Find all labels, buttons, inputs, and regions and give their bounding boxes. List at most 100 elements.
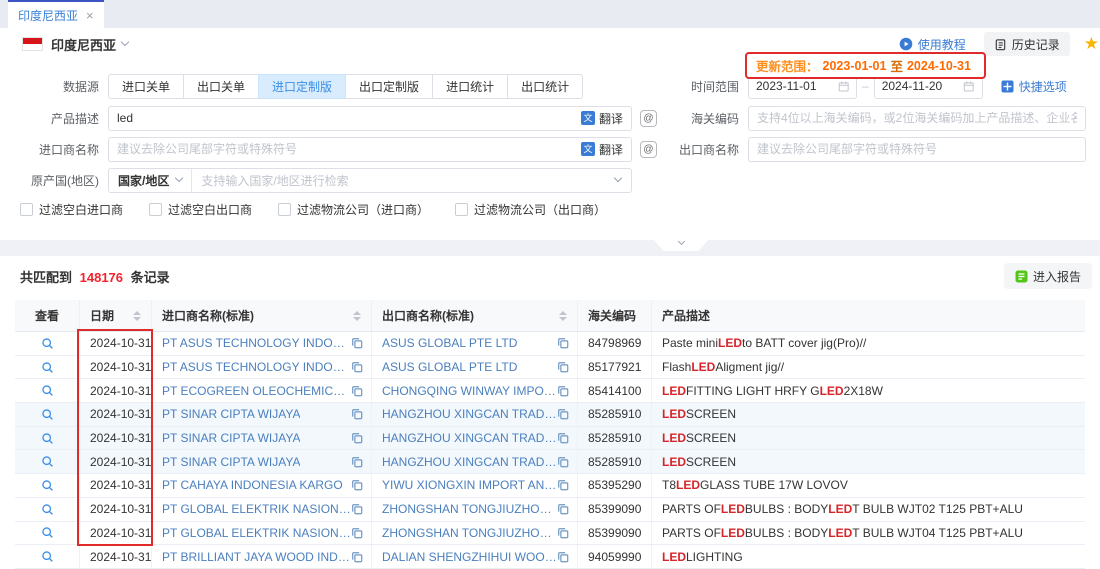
copy-icon[interactable]	[351, 479, 371, 491]
sort-icon[interactable]	[133, 311, 141, 321]
close-icon[interactable]: ×	[86, 8, 94, 23]
history-button[interactable]: 历史记录	[984, 32, 1070, 56]
filter-checkbox[interactable]: 过滤空白出口商	[149, 201, 252, 218]
copy-icon[interactable]	[351, 432, 371, 444]
view-detail-icon[interactable]	[41, 337, 54, 350]
copy-icon[interactable]	[351, 503, 371, 515]
data-source-tab[interactable]: 出口定制版	[345, 74, 433, 99]
hs-code-inputwrap	[748, 106, 1086, 131]
importer-link[interactable]: PT SINAR CIPTA WIJAYA	[162, 431, 300, 445]
copy-icon[interactable]	[351, 456, 371, 468]
column-header[interactable]: 出口商名称(标准)	[372, 300, 578, 331]
translate-icon[interactable]: 文	[581, 142, 595, 156]
column-header[interactable]: 进口商名称(标准)	[152, 300, 372, 331]
exporter-link[interactable]: ASUS GLOBAL PTE LTD	[382, 336, 517, 350]
importer-link[interactable]: PT CAHAYA INDONESIA KARGO	[162, 478, 343, 492]
copy-icon[interactable]	[557, 432, 577, 444]
copy-icon[interactable]	[557, 551, 577, 563]
data-source-tab[interactable]: 出口关单	[183, 74, 259, 99]
importer-input[interactable]	[117, 142, 581, 156]
translate-button[interactable]: 翻译	[599, 110, 623, 127]
importer-link[interactable]: PT GLOBAL ELEKTRIK NASIONAL	[162, 502, 351, 516]
view-detail-icon[interactable]	[41, 384, 54, 397]
copy-icon[interactable]	[557, 527, 577, 539]
exporter-input[interactable]	[757, 142, 1077, 156]
view-detail-icon[interactable]	[41, 455, 54, 468]
copy-icon[interactable]	[557, 337, 577, 349]
exporter-link[interactable]: ZHONGSHAN TONGJIUZHOU INTERNA...	[382, 502, 557, 516]
view-detail-icon[interactable]	[41, 408, 54, 421]
hs-code-row: 海关编码	[651, 105, 1086, 131]
table-row: 2024-10-31 PT SINAR CIPTA WIJAYA HANGZHO…	[15, 450, 1085, 474]
copy-icon[interactable]	[557, 503, 577, 515]
copy-icon[interactable]	[351, 551, 371, 563]
filter-checkbox[interactable]: 过滤物流公司（进口商）	[278, 201, 429, 218]
product-desc-input[interactable]	[117, 111, 581, 125]
tutorial-button[interactable]: 使用教程	[899, 36, 966, 53]
exporter-link[interactable]: HANGZHOU XINGCAN TRADING CO LTD	[382, 431, 557, 445]
filter-checkbox[interactable]: 过滤物流公司（出口商）	[455, 201, 606, 218]
sort-icon[interactable]	[353, 311, 361, 321]
exporter-link[interactable]: DALIAN SHENGZHIHUI WOOD INDUST...	[382, 550, 557, 564]
importer-link[interactable]: PT ECOGREEN OLEOCHEMICALS	[162, 384, 351, 398]
importer-link[interactable]: PT GLOBAL ELEKTRIK NASIONAL	[162, 526, 351, 540]
filter-checkbox[interactable]: 过滤空白进口商	[20, 201, 123, 218]
view-detail-icon[interactable]	[41, 361, 54, 374]
view-detail-icon[interactable]	[41, 526, 54, 539]
exporter-link[interactable]: CHONGQING WINWAY IMPORT AND E...	[382, 384, 557, 398]
checkbox-icon[interactable]	[278, 203, 291, 216]
importer-link[interactable]: PT BRILLIANT JAYA WOOD INDUSTRY	[162, 550, 351, 564]
checkbox-icon[interactable]	[149, 203, 162, 216]
column-header[interactable]: 日期	[80, 300, 152, 331]
translate-icon[interactable]: 文	[581, 111, 595, 125]
origin-select-control[interactable]: 国家/地区 支持输入国家/地区进行检索	[108, 168, 632, 193]
cell-hs-code: 85395290	[578, 474, 652, 497]
view-detail-icon[interactable]	[41, 432, 54, 445]
exporter-link[interactable]: ZHONGSHAN TONGJIUZHOU INTERNA...	[382, 526, 557, 540]
exporter-link[interactable]: YIWU XIONGXIN IMPORT AND EXPORT...	[382, 478, 557, 492]
importer-link[interactable]: PT SINAR CIPTA WIJAYA	[162, 455, 300, 469]
view-detail-icon[interactable]	[41, 479, 54, 492]
exporter-link[interactable]: ASUS GLOBAL PTE LTD	[382, 360, 517, 374]
hs-code-input[interactable]	[757, 111, 1077, 125]
data-source-tab[interactable]: 进口统计	[432, 74, 508, 99]
copy-icon[interactable]	[557, 361, 577, 373]
importer-link[interactable]: PT ASUS TECHNOLOGY INDONESIA BA...	[162, 360, 351, 374]
view-detail-icon[interactable]	[41, 550, 54, 563]
sort-icon[interactable]	[559, 311, 567, 321]
enter-report-button[interactable]: 进入报告	[1004, 263, 1092, 289]
checkbox-icon[interactable]	[20, 203, 33, 216]
origin-type-select[interactable]: 国家/地区	[109, 169, 192, 192]
copy-icon[interactable]	[351, 385, 371, 397]
date-separator: –	[862, 79, 869, 93]
chevron-down-icon[interactable]	[121, 38, 129, 46]
copy-icon[interactable]	[557, 479, 577, 491]
cell-hs-code: 85285910	[578, 427, 652, 450]
importer-link[interactable]: PT SINAR CIPTA WIJAYA	[162, 407, 300, 421]
tab-label: 印度尼西亚	[18, 7, 78, 24]
data-source-tab[interactable]: 出口统计	[507, 74, 583, 99]
copy-icon[interactable]	[351, 408, 371, 420]
copy-icon[interactable]	[351, 337, 371, 349]
copy-icon[interactable]	[557, 408, 577, 420]
quick-options-button[interactable]: 快捷选项	[1001, 78, 1067, 95]
copy-icon[interactable]	[351, 361, 371, 373]
quick-options-icon	[1001, 80, 1014, 93]
cell-hs-code: 85399090	[578, 498, 652, 521]
country-page-tab[interactable]: 印度尼西亚 ×	[8, 0, 104, 28]
data-source-tab[interactable]: 进口关单	[108, 74, 184, 99]
exporter-link[interactable]: HANGZHOU XINGCAN TRADING CO LTD	[382, 407, 557, 421]
translate-button[interactable]: 翻译	[599, 141, 623, 158]
copy-icon[interactable]	[557, 456, 577, 468]
favorite-star-icon[interactable]: ★	[1084, 34, 1099, 54]
report-icon	[1015, 270, 1028, 283]
view-detail-icon[interactable]	[41, 503, 54, 516]
checkbox-icon[interactable]	[455, 203, 468, 216]
copy-icon[interactable]	[351, 527, 371, 539]
update-range-to: 至	[890, 56, 903, 75]
importer-link[interactable]: PT ASUS TECHNOLOGY INDONESIA BA...	[162, 336, 351, 350]
cell-hs-code: 85399090	[578, 522, 652, 545]
copy-icon[interactable]	[557, 385, 577, 397]
exporter-link[interactable]: HANGZHOU XINGCAN TRADING CO LTD	[382, 455, 557, 469]
data-source-tab[interactable]: 进口定制版	[258, 74, 346, 99]
